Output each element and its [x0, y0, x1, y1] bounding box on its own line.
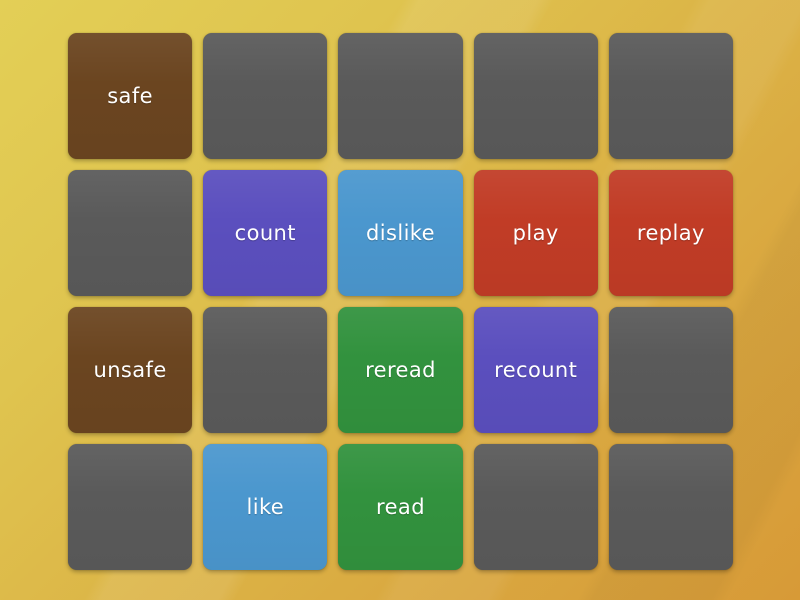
memory-tile-label: dislike — [366, 220, 435, 245]
memory-tile-facedown[interactable] — [338, 33, 463, 159]
memory-tile-facedown[interactable] — [608, 307, 733, 433]
memory-tile-label: recount — [494, 357, 578, 382]
memory-tile-count[interactable]: count — [203, 170, 328, 296]
memory-tile-facedown[interactable] — [473, 444, 598, 570]
memory-tile-facedown[interactable] — [68, 444, 193, 570]
memory-tile-facedown[interactable] — [203, 33, 328, 159]
memory-tile-label: unsafe — [93, 357, 167, 382]
memory-tile-label: safe — [107, 83, 153, 108]
memory-tile-like[interactable]: like — [203, 444, 328, 570]
memory-tile-read[interactable]: read — [338, 444, 463, 570]
memory-tile-unsafe[interactable]: unsafe — [68, 307, 193, 433]
memory-game-board-container: safe count dislike play replay unsafe reread re… — [0, 0, 800, 600]
memory-tile-replay[interactable]: replay — [608, 170, 733, 296]
memory-tile-reread[interactable]: reread — [338, 307, 463, 433]
memory-tile-facedown[interactable] — [203, 307, 328, 433]
memory-tile-label: read — [376, 494, 425, 519]
memory-tile-facedown[interactable] — [608, 33, 733, 159]
memory-tile-label: like — [246, 494, 285, 519]
memory-tile-dislike[interactable]: dislike — [338, 170, 463, 296]
memory-tile-play[interactable]: play — [473, 170, 598, 296]
memory-tile-safe[interactable]: safe — [68, 33, 193, 159]
memory-tile-label: play — [512, 220, 559, 245]
tile-grid: safe count dislike play replay unsafe reread re… — [68, 33, 733, 570]
memory-tile-label: replay — [636, 220, 705, 245]
memory-tile-facedown[interactable] — [68, 170, 193, 296]
memory-tile-label: count — [234, 220, 296, 245]
memory-tile-facedown[interactable] — [473, 33, 598, 159]
memory-tile-recount[interactable]: recount — [473, 307, 598, 433]
memory-tile-label: reread — [365, 357, 436, 382]
memory-tile-facedown[interactable] — [608, 444, 733, 570]
